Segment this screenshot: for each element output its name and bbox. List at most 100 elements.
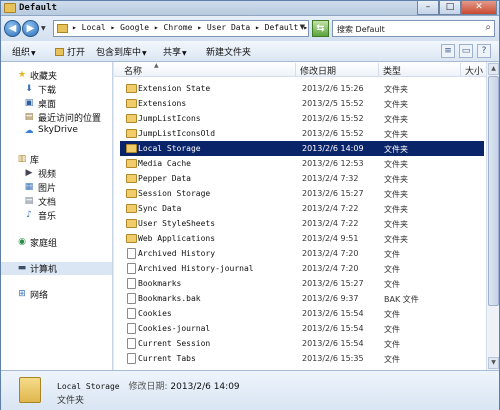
network-icon: ⊞: [18, 289, 26, 299]
column-type[interactable]: 类型: [383, 64, 401, 77]
file-icon: [127, 278, 136, 289]
nav-desktop[interactable]: ▣ 桌面: [1, 97, 112, 110]
minimize-button[interactable]: –: [417, 1, 439, 15]
file-modified: 2013/2/6 15:52: [302, 129, 364, 138]
file-modified: 2013/2/4 7:20: [302, 264, 359, 273]
address-bar[interactable]: ▸ Local ▸ Google ▸ Chrome ▸ User Data ▸ …: [53, 20, 309, 37]
file-row[interactable]: Bookmarks 2013/2/6 15:27 文件: [120, 276, 484, 291]
file-row[interactable]: Session Storage 2013/2/6 15:27 文件夹: [120, 186, 484, 201]
file-row[interactable]: Pepper Data 2013/2/4 7:32 文件夹: [120, 171, 484, 186]
file-row[interactable]: Archived History 2013/2/4 7:20 文件: [120, 246, 484, 261]
nav-homegroup[interactable]: ◉ 家庭组: [1, 236, 112, 249]
file-name: Session Storage: [138, 189, 211, 198]
file-modified: 2013/2/4 7:22: [302, 219, 359, 228]
chevron-down-icon: ▼: [31, 50, 36, 57]
folder-icon: [126, 99, 137, 108]
nav-computer[interactable]: ▬ 计算机: [1, 262, 112, 275]
scroll-down-button[interactable]: ▼: [488, 357, 499, 369]
column-divider[interactable]: [460, 63, 461, 76]
file-row[interactable]: Extension State 2013/2/6 15:26 文件夹: [120, 81, 484, 96]
file-type: 文件夹: [384, 205, 408, 214]
file-type: 文件夹: [384, 145, 408, 154]
file-row[interactable]: Local Storage 2013/2/6 14:09 文件夹: [120, 141, 484, 156]
file-row[interactable]: Bookmarks.bak 2013/2/6 9:37 BAK 文件: [120, 291, 484, 306]
column-modified[interactable]: 修改日期: [300, 64, 336, 77]
star-icon: ★: [17, 70, 27, 80]
column-size[interactable]: 大小: [465, 64, 483, 77]
open-button[interactable]: 打开: [55, 45, 85, 58]
details-name: Local Storage: [57, 382, 120, 391]
view-options-icon[interactable]: ≡: [441, 44, 455, 58]
file-name: Current Tabs: [138, 354, 196, 363]
file-row[interactable]: JumpListIconsOld 2013/2/6 15:52 文件夹: [120, 126, 484, 141]
window-title: Default: [19, 3, 57, 13]
file-row[interactable]: User StyleSheets 2013/2/4 7:22 文件夹: [120, 216, 484, 231]
scroll-thumb[interactable]: [488, 76, 499, 306]
close-button[interactable]: ✕: [461, 1, 497, 15]
file-modified: 2013/2/6 15:27: [302, 279, 364, 288]
file-modified: 2013/2/6 15:27: [302, 189, 364, 198]
file-row[interactable]: Media Cache 2013/2/6 12:53 文件夹: [120, 156, 484, 171]
nav-pictures[interactable]: ▦ 图片: [1, 181, 112, 194]
nav-network[interactable]: ⊞ 网络: [1, 288, 112, 301]
command-bar: 组织▼ 打开 包含到库中▼ 共享▼ 新建文件夹 ≡ ▭ ?: [1, 41, 499, 62]
file-type: 文件夹: [384, 235, 408, 244]
file-name: Extension State: [138, 84, 211, 93]
file-modified: 2013/2/6 9:37: [302, 294, 359, 303]
recent-places-icon: ▤: [24, 112, 34, 122]
nav-music-label: 音乐: [38, 212, 57, 222]
folder-icon: [57, 24, 68, 33]
title-bar[interactable]: Default – □ ✕: [1, 1, 499, 16]
nav-favorites[interactable]: ★ 收藏夹: [1, 69, 112, 82]
maximize-button[interactable]: □: [439, 1, 461, 15]
nav-libraries-label: 库: [30, 156, 40, 166]
library-icon: ▥: [17, 154, 27, 164]
scroll-up-button[interactable]: ▲: [488, 63, 499, 75]
file-list: Extension State 2013/2/6 15:26 文件夹 Extensio…: [114, 77, 486, 370]
search-icon[interactable]: ⌕: [485, 22, 491, 33]
video-icon: ▶: [25, 168, 33, 178]
file-type: 文件夹: [384, 115, 408, 124]
refresh-button[interactable]: ⇆: [312, 20, 329, 37]
file-icon: [127, 308, 136, 319]
details-pane: Local Storage 修改日期: 2013/2/6 14:09 文件夹: [1, 370, 499, 410]
nav-skydrive[interactable]: ☁ SkyDrive: [1, 125, 112, 138]
file-row[interactable]: Cookies 2013/2/6 15:54 文件: [120, 306, 484, 321]
file-name: Current Session: [138, 339, 211, 348]
share-button[interactable]: 共享▼: [163, 45, 187, 58]
file-row[interactable]: Cookies-journal 2013/2/6 15:54 文件: [120, 321, 484, 336]
file-modified: 2013/2/6 15:26: [302, 84, 364, 93]
file-row[interactable]: Archived History-journal 2013/2/4 7:20 文件: [120, 261, 484, 276]
file-row[interactable]: Extensions 2013/2/5 15:52 文件夹: [120, 96, 484, 111]
address-dropdown-icon[interactable]: ▼: [300, 23, 305, 31]
file-name: Sync Data: [138, 204, 182, 213]
nav-videos[interactable]: ▶ 视频: [1, 167, 112, 180]
file-row[interactable]: Current Tabs 2013/2/6 15:35 文件: [120, 351, 484, 366]
nav-recent-places[interactable]: ▤ 最近访问的位置: [1, 111, 112, 124]
preview-pane-icon[interactable]: ▭: [459, 44, 473, 58]
vertical-scrollbar[interactable]: ▲ ▼: [486, 62, 499, 370]
file-row[interactable]: Current Session 2013/2/6 15:54 文件: [120, 336, 484, 351]
nav-documents[interactable]: ▤ 文档: [1, 195, 112, 208]
nav-downloads-label: 下载: [38, 86, 57, 96]
file-row[interactable]: JumpListIcons 2013/2/6 15:52 文件夹: [120, 111, 484, 126]
history-dropdown-icon[interactable]: ▼: [41, 25, 46, 32]
file-row[interactable]: Web Applications 2013/2/4 9:51 文件夹: [120, 231, 484, 246]
search-input[interactable]: 搜索 Default ⌕: [332, 20, 495, 37]
include-in-library-button[interactable]: 包含到库中▼: [96, 45, 147, 58]
nav-downloads[interactable]: ⬇ 下载: [1, 83, 112, 96]
address-path[interactable]: ▸ Local ▸ Google ▸ Chrome ▸ User Data ▸ …: [72, 23, 308, 32]
forward-button[interactable]: ▶: [22, 20, 39, 37]
column-divider[interactable]: [295, 63, 296, 76]
nav-libraries[interactable]: ▥ 库: [1, 153, 112, 166]
file-modified: 2013/2/6 15:35: [302, 354, 364, 363]
organize-button[interactable]: 组织▼: [12, 45, 36, 58]
file-row[interactable]: Sync Data 2013/2/4 7:22 文件夹: [120, 201, 484, 216]
nav-music[interactable]: ♪ 音乐: [1, 209, 112, 222]
explorer-window: Default – □ ✕ ◀ ▶ ▼ ▸ Local ▸ Google ▸ C…: [0, 0, 500, 410]
back-button[interactable]: ◀: [4, 20, 21, 37]
column-divider[interactable]: [378, 63, 379, 76]
help-icon[interactable]: ?: [477, 44, 491, 58]
new-folder-button[interactable]: 新建文件夹: [206, 45, 251, 58]
column-name[interactable]: 名称 ▲: [124, 62, 159, 77]
